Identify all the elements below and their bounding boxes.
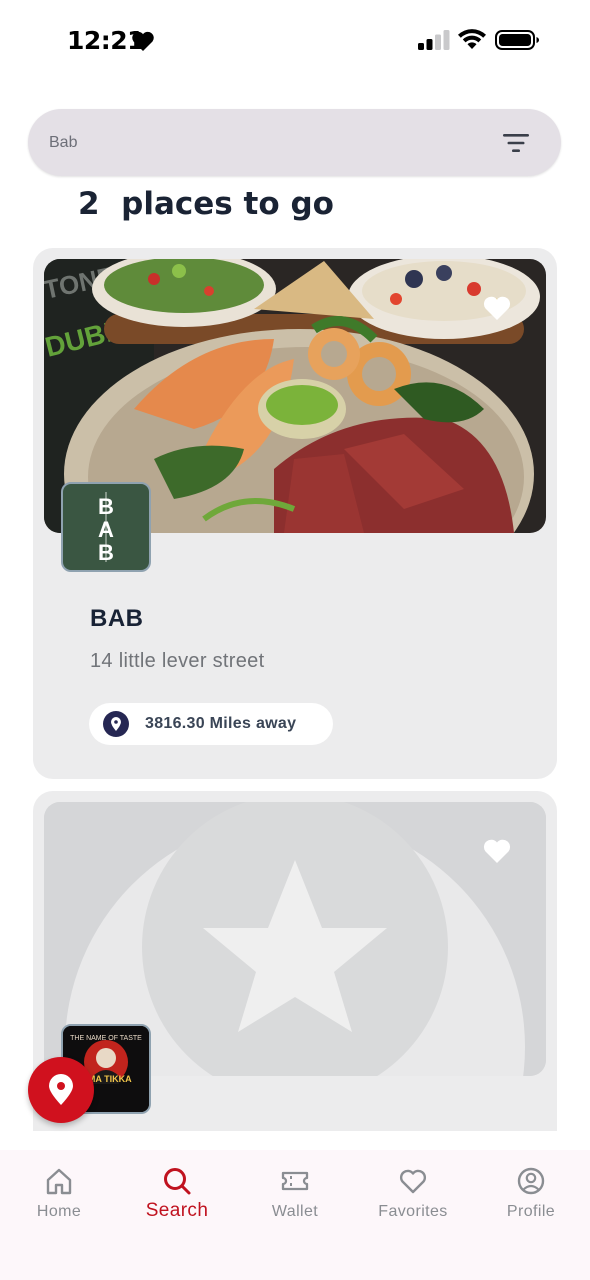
battery-icon (495, 30, 539, 50)
tab-home[interactable]: Home (0, 1150, 118, 1240)
bab-logo-mark: B A B (98, 492, 114, 565)
search-bar (28, 109, 561, 176)
place-card[interactable]: THE NAME OF TASTE MMA TIKKA (33, 791, 557, 1131)
search-icon (164, 1168, 191, 1195)
ticket-icon (281, 1171, 309, 1191)
location-pin-icon (49, 1074, 73, 1105)
heart-status-icon (132, 31, 154, 51)
status-bar: 12:21 (0, 0, 590, 80)
tab-profile[interactable]: Profile (472, 1150, 590, 1240)
cellular-signal-icon (418, 30, 450, 50)
results-label: places to go (121, 186, 334, 222)
svg-text:A: A (98, 517, 114, 542)
tab-label: Profile (506, 1203, 556, 1220)
svg-text:B: B (98, 540, 114, 565)
filter-icon[interactable] (502, 129, 530, 157)
home-icon (46, 1168, 72, 1195)
favorite-heart-icon[interactable] (482, 294, 512, 322)
favorite-heart-icon[interactable] (482, 837, 512, 865)
distance-text: 3816.30 Miles away (145, 715, 297, 732)
map-view-button[interactable] (28, 1057, 94, 1123)
distance-badge: 3816.30 Miles away (89, 703, 333, 745)
results-heading: 2 places to go (78, 186, 334, 222)
svg-text:THE NAME OF TASTE: THE NAME OF TASTE (70, 1035, 142, 1042)
place-address: 14 little lever street (90, 650, 265, 672)
place-logo: B A B (61, 482, 151, 572)
tab-label: Favorites (378, 1203, 448, 1220)
location-pin-icon (103, 711, 129, 737)
tab-search[interactable]: Search (118, 1150, 236, 1240)
tab-label: Search (145, 1200, 209, 1221)
wifi-icon (458, 29, 486, 49)
profile-icon (517, 1167, 545, 1195)
place-card[interactable]: TONE DUBLIN B A B BAB 14 little lever st… (33, 248, 557, 779)
svg-text:B: B (98, 494, 114, 519)
bottom-nav: Home Search Wallet Favorites Profile (0, 1150, 590, 1280)
place-name: BAB (90, 605, 144, 632)
tab-label: Home (36, 1203, 82, 1220)
tab-label: Wallet (271, 1203, 319, 1220)
heart-icon (399, 1169, 427, 1194)
tab-wallet[interactable]: Wallet (236, 1150, 354, 1240)
tab-favorites[interactable]: Favorites (354, 1150, 472, 1240)
results-count: 2 (78, 186, 100, 222)
search-input[interactable] (49, 109, 469, 176)
